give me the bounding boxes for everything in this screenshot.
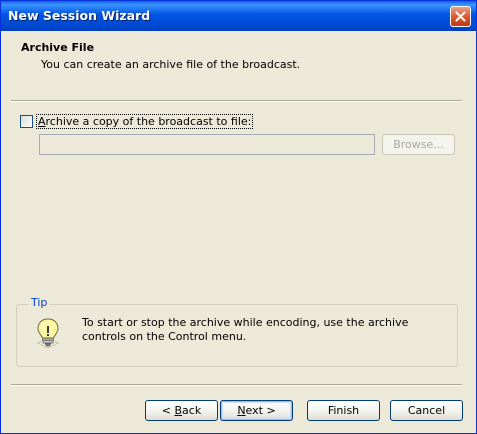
- lightbulb-icon: [37, 318, 59, 349]
- next-button[interactable]: Next >: [220, 400, 293, 421]
- wizard-header: Archive File You can create an archive f…: [1, 31, 476, 91]
- archive-checkbox-label[interactable]: Archive a copy of the broadcast to file:: [36, 114, 254, 129]
- title-bar[interactable]: New Session Wizard: [1, 1, 476, 31]
- finish-button[interactable]: Finish: [307, 400, 380, 421]
- archive-label-accelerator: A: [38, 115, 46, 128]
- page-title: Archive File: [21, 41, 95, 54]
- browse-button[interactable]: Browse...: [382, 134, 455, 155]
- header-divider: [11, 100, 462, 102]
- back-button-arrow: <: [161, 404, 171, 417]
- tip-legend: Tip: [28, 296, 51, 309]
- archive-label-text: rchive a copy of the broadcast to file:: [45, 115, 252, 128]
- next-button-label: ext >: [245, 404, 276, 417]
- footer-divider: [11, 384, 462, 386]
- tip-text: To start or stop the archive while encod…: [82, 316, 409, 343]
- back-button-label: ack: [182, 404, 202, 417]
- close-button[interactable]: [450, 6, 471, 27]
- cancel-button[interactable]: Cancel: [390, 400, 463, 421]
- window-title: New Session Wizard: [8, 8, 151, 23]
- page-subtitle: You can create an archive file of the br…: [41, 58, 301, 71]
- archive-checkbox[interactable]: [20, 115, 33, 128]
- next-button-accelerator: N: [237, 404, 246, 417]
- back-button-accelerator: B: [174, 404, 183, 417]
- archive-file-path-input[interactable]: [39, 134, 375, 155]
- wizard-window: New Session Wizard Archive File You can …: [0, 0, 477, 434]
- close-icon: [455, 11, 466, 22]
- back-button[interactable]: < Back: [145, 400, 218, 421]
